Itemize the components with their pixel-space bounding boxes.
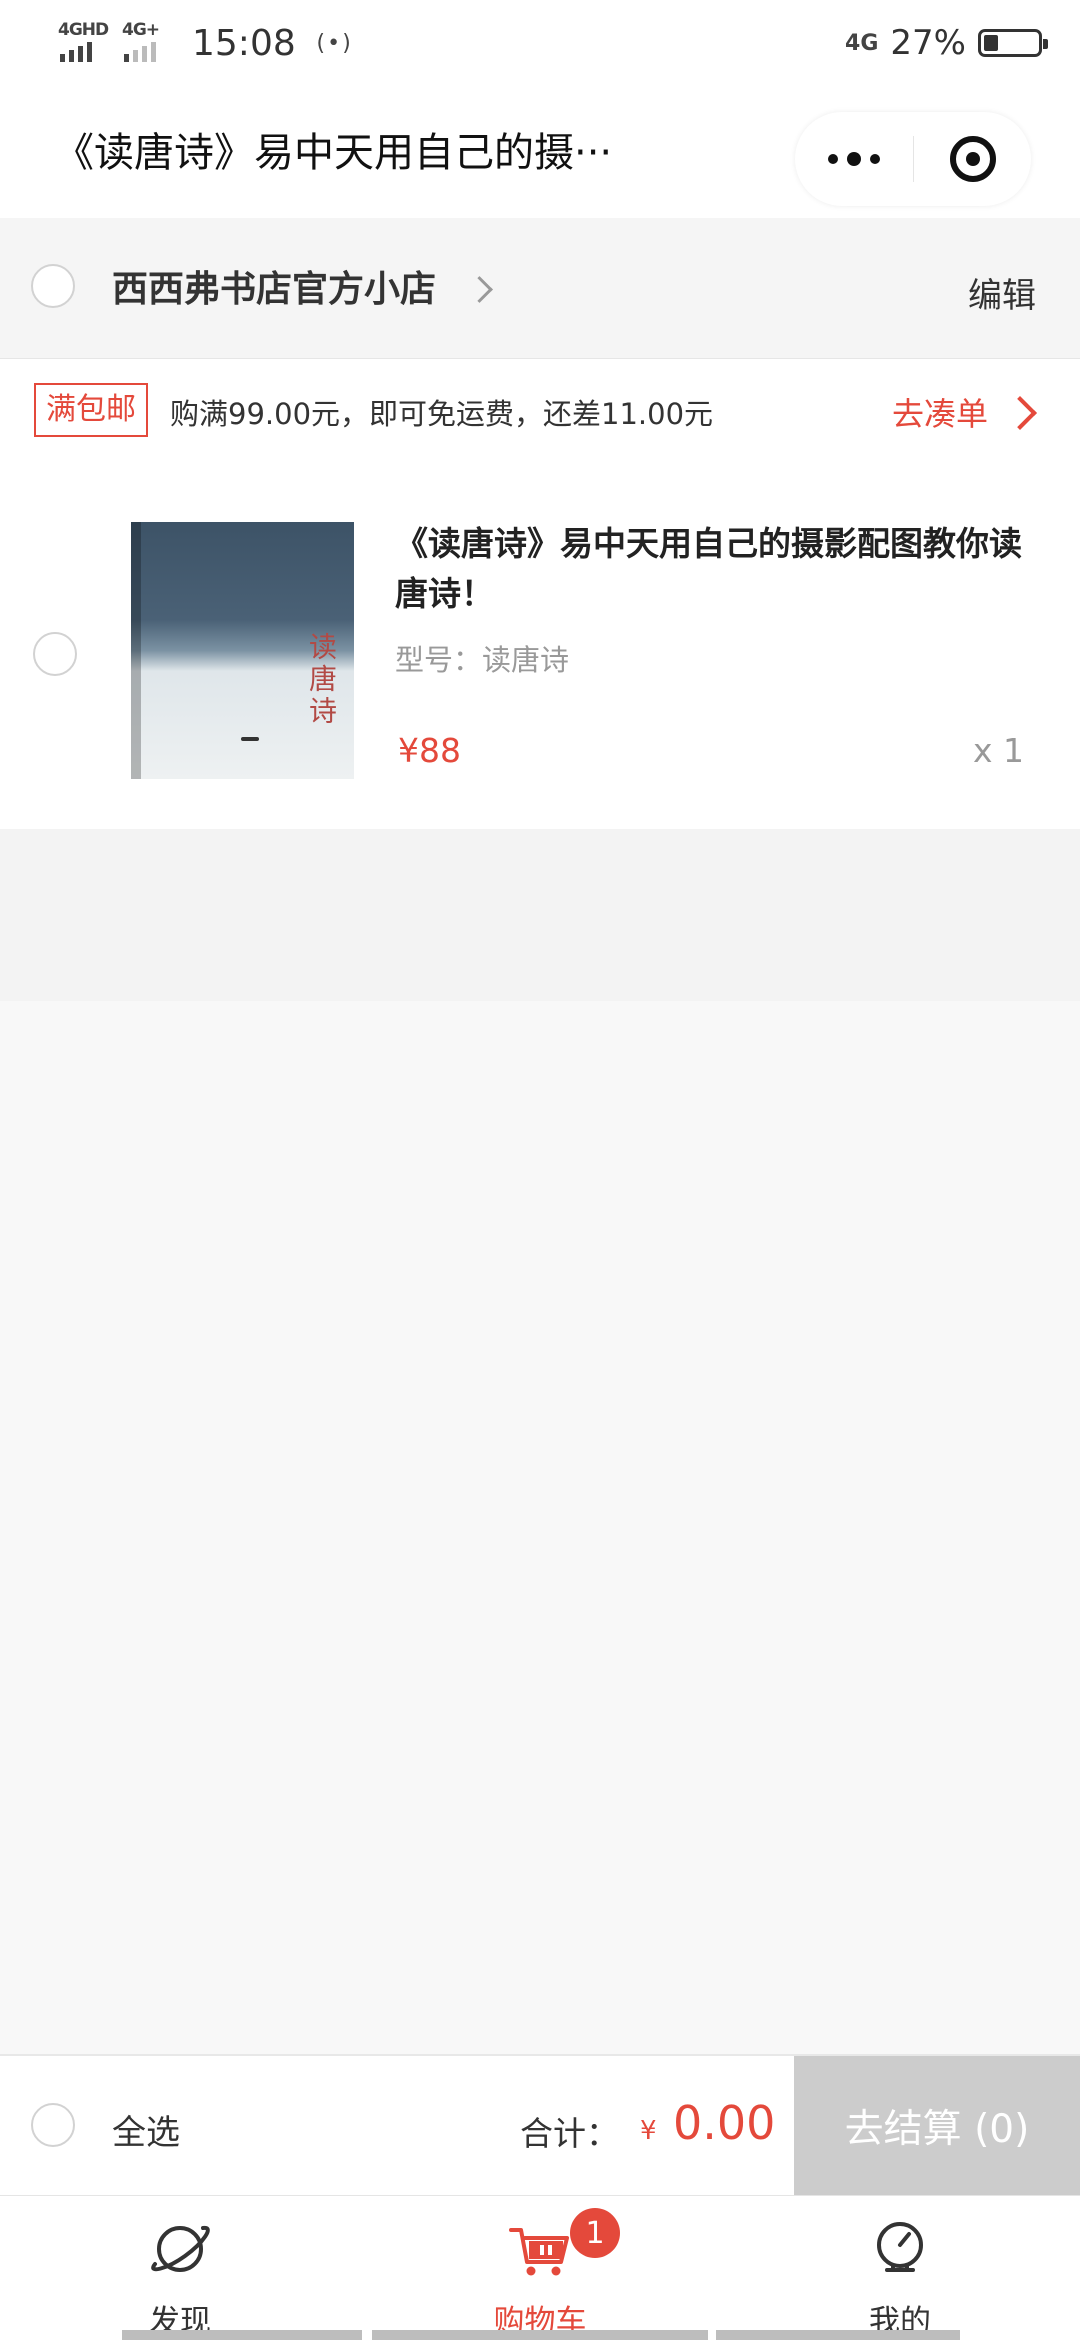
- signal-icon-2: 4G+: [122, 20, 172, 66]
- tab-mine[interactable]: 我的: [780, 2196, 1020, 2341]
- cart-icon: [509, 2228, 569, 2276]
- cart-item: 读唐诗 《读唐诗》易中天用自己的摄影配图教你读唐诗！ 型号：读唐诗 ¥88 x …: [0, 469, 1080, 829]
- edit-button[interactable]: 编辑: [968, 268, 1036, 317]
- more-dots-icon[interactable]: [795, 112, 913, 206]
- add-more-items-link[interactable]: 去凑单: [892, 389, 988, 435]
- free-shipping-tag: 满包邮: [34, 383, 148, 437]
- promo-text: 购满99.00元，即可免运费，还差11.00元: [170, 397, 714, 431]
- battery-percent: 27%: [890, 23, 966, 63]
- currency-symbol: ¥: [640, 2116, 657, 2146]
- checkout-button[interactable]: 去结算 (0): [794, 2056, 1080, 2196]
- clock: 15:08: [192, 22, 296, 64]
- select-all-label[interactable]: 全选: [112, 2105, 180, 2154]
- item-price: ¥88: [398, 731, 461, 770]
- select-all-checkbox[interactable]: [31, 2103, 75, 2147]
- book-cover-image[interactable]: 读唐诗: [131, 522, 354, 779]
- free-shipping-promo: 满包邮 购满99.00元，即可免运费，还差11.00元 去凑单: [0, 359, 1080, 469]
- nav-indicator: [372, 2330, 708, 2340]
- item-spec: 型号：读唐诗: [395, 643, 570, 677]
- store-name[interactable]: 西西弗书店官方小店: [112, 260, 436, 312]
- capsule-menu: [795, 112, 1031, 206]
- item-quantity: x 1: [972, 731, 1024, 770]
- page-title: 《读唐诗》易中天用自己的摄···: [54, 130, 613, 176]
- total-value: 0.00: [673, 2096, 776, 2150]
- network-type-right: 4G: [845, 30, 879, 56]
- hotspot-icon: (•): [313, 30, 354, 56]
- tab-cart[interactable]: 购物车: [420, 2196, 660, 2341]
- empty-area: [0, 829, 1080, 1001]
- store-select-checkbox[interactable]: [31, 264, 75, 308]
- checkout-bar: 全选 合计： ¥ 0.00 去结算 (0): [0, 2054, 1080, 2196]
- network-type-label-2: 4G+: [122, 20, 160, 40]
- status-bar: 4GHD 4G+ 15:08 (•) 4G 27%: [0, 0, 1080, 84]
- nav-indicator: [122, 2330, 362, 2340]
- item-select-checkbox[interactable]: [33, 632, 77, 676]
- profile-icon: [877, 2222, 923, 2272]
- miniprogram-close-icon[interactable]: [914, 112, 1031, 206]
- chevron-right-icon[interactable]: [1003, 396, 1037, 430]
- mini-program-title-bar: 《读唐诗》易中天用自己的摄···: [0, 84, 1080, 218]
- total-label: 合计：: [520, 2114, 619, 2153]
- network-type-label: 4GHD: [58, 20, 109, 40]
- nav-indicator: [716, 2330, 960, 2340]
- item-title[interactable]: 《读唐诗》易中天用自己的摄影配图教你读唐诗！: [395, 519, 1035, 619]
- tab-discover[interactable]: 发现: [60, 2196, 300, 2341]
- planet-icon: [151, 2225, 210, 2272]
- chevron-right-icon[interactable]: [466, 276, 493, 303]
- tab-bar: 发现 购物车 1 我的: [0, 2195, 1080, 2341]
- signal-icon: 4GHD: [58, 20, 109, 66]
- store-header: 西西弗书店官方小店 编辑: [0, 218, 1080, 359]
- cart-badge: 1: [570, 2208, 620, 2258]
- cover-title: 读唐诗: [305, 632, 338, 728]
- battery-icon: [978, 29, 1048, 57]
